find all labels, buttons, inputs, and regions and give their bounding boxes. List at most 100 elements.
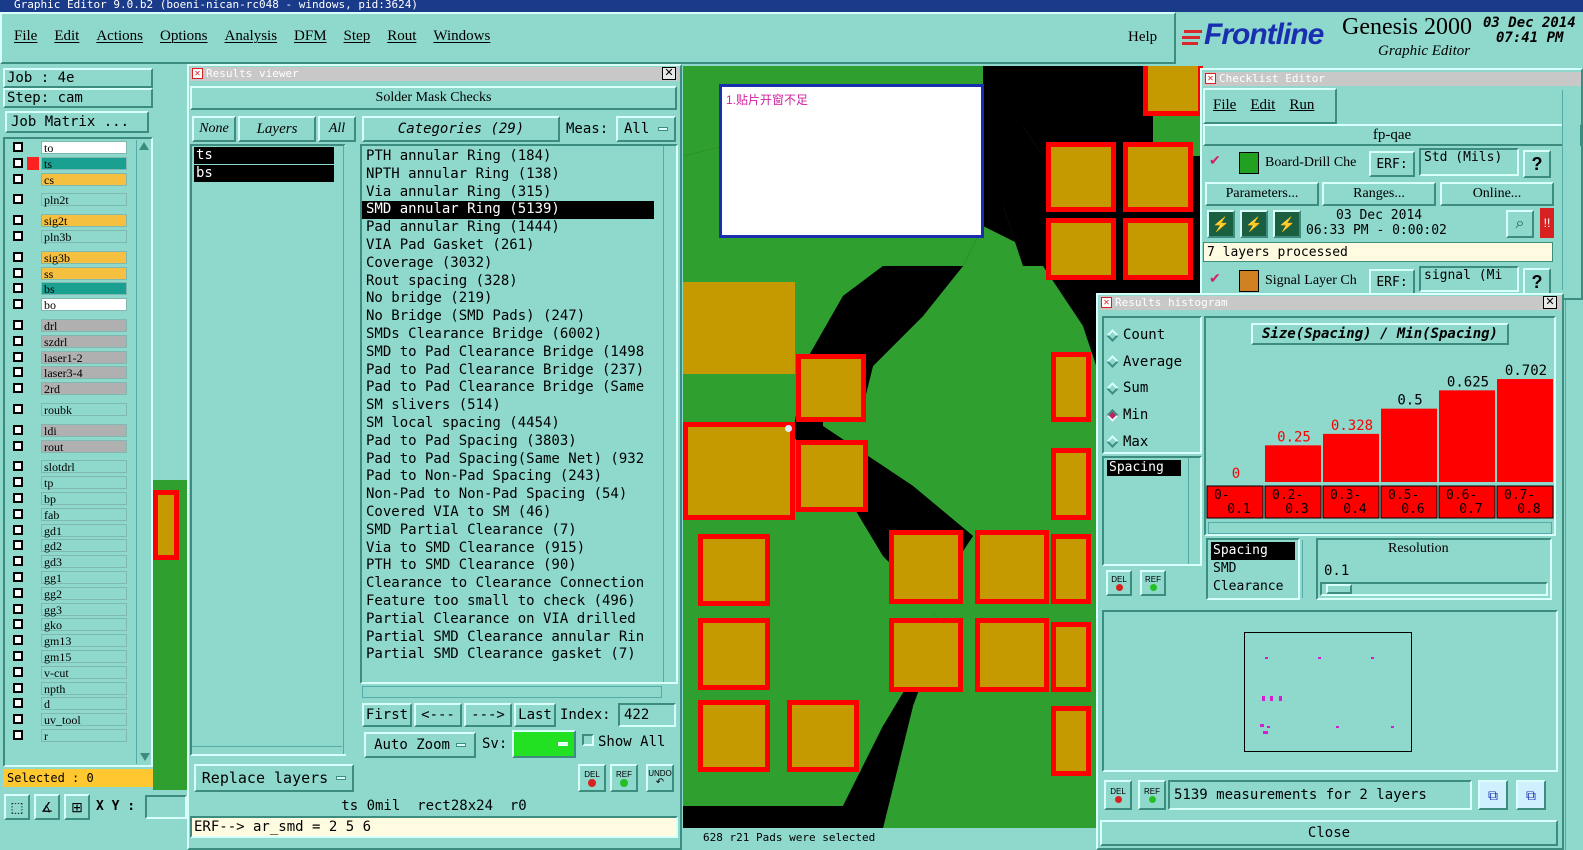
- category-item[interactable]: Pad to Pad Spacing(Same Net) (932: [362, 451, 662, 469]
- zoom-results-icon[interactable]: ⌕: [1506, 210, 1534, 238]
- layer-checkbox[interactable]: [13, 215, 23, 226]
- layer-name[interactable]: sig2t: [41, 214, 127, 228]
- histogram-bar[interactable]: [1381, 408, 1437, 482]
- layer-row[interactable]: sig2t: [9, 213, 127, 228]
- layer-row[interactable]: ss: [9, 266, 127, 281]
- layer-name[interactable]: cs: [41, 172, 127, 186]
- histogram-left-list[interactable]: Spacing: [1102, 456, 1202, 566]
- menu-item-rout[interactable]: Rout: [387, 28, 416, 50]
- category-item[interactable]: SMDs Clearance Bridge (6002): [362, 326, 662, 344]
- layer-name[interactable]: laser3-4: [41, 366, 127, 380]
- sv-color-select[interactable]: [512, 730, 576, 758]
- menu-item-analysis[interactable]: Analysis: [225, 28, 278, 50]
- layer-row[interactable]: fab: [9, 507, 127, 522]
- xy-field[interactable]: [145, 795, 187, 819]
- check-item-2[interactable]: ✔ Signal Layer Ch ERF: signal (Mi ?: [1203, 266, 1581, 296]
- layer-checkbox[interactable]: [13, 231, 23, 241]
- layer-row[interactable]: to: [9, 140, 127, 155]
- layer-name[interactable]: gko: [41, 618, 127, 632]
- layer-name[interactable]: v-cut: [41, 665, 127, 679]
- layer-name[interactable]: uv_tool: [41, 713, 127, 727]
- measure-list-scrollbar[interactable]: [1302, 540, 1314, 598]
- layer-name[interactable]: d: [41, 697, 127, 711]
- checklist-menu-run[interactable]: Run: [1289, 97, 1314, 114]
- layer-row[interactable]: ts: [9, 156, 127, 171]
- run-action-icon[interactable]: ⚡: [1240, 210, 1268, 238]
- layer-row[interactable]: tp: [9, 475, 127, 490]
- enabled-check-icon[interactable]: ✔: [1209, 152, 1221, 169]
- layer-name[interactable]: gd3: [41, 555, 127, 569]
- layer-name[interactable]: ts: [41, 156, 127, 170]
- layer-checkbox[interactable]: [13, 508, 23, 519]
- right-edge-scrollbar[interactable]: [1565, 300, 1583, 850]
- layer-name[interactable]: bo: [41, 298, 127, 312]
- layer-checkbox[interactable]: [13, 666, 23, 677]
- layer-checkbox[interactable]: [13, 619, 23, 630]
- histogram-close-button[interactable]: Close: [1100, 820, 1558, 846]
- result-layer-scrollbar[interactable]: [343, 146, 355, 754]
- result-layer-list[interactable]: [190, 144, 346, 756]
- layer-row[interactable]: gg1: [9, 570, 127, 585]
- ranges-button[interactable]: Ranges...: [1322, 182, 1436, 206]
- category-item[interactable]: No bridge (219): [362, 290, 662, 308]
- layer-name[interactable]: pln3b: [41, 230, 127, 244]
- layer-checkbox[interactable]: [13, 440, 23, 451]
- checklist-scrollbar[interactable]: [1562, 90, 1580, 290]
- auto-zoom-button[interactable]: Auto Zoom: [364, 732, 476, 758]
- layer-row[interactable]: d: [9, 696, 127, 711]
- menu-item-file[interactable]: File: [14, 28, 37, 50]
- layer-name[interactable]: ldi: [41, 423, 127, 437]
- histogram-bar[interactable]: [1265, 445, 1321, 482]
- layer-checkbox[interactable]: [13, 194, 23, 205]
- menu-item-options[interactable]: Options: [160, 28, 208, 50]
- first-button[interactable]: First: [362, 703, 412, 727]
- layer-checkbox[interactable]: [13, 335, 23, 346]
- category-item[interactable]: SMD annular Ring (5139): [362, 201, 654, 220]
- layer-row[interactable]: bp: [9, 491, 127, 506]
- close-icon[interactable]: ✕: [1543, 296, 1557, 309]
- layer-checkbox[interactable]: [13, 493, 23, 503]
- layer-name[interactable]: slotdrl: [41, 460, 127, 474]
- category-item[interactable]: PTH annular Ring (184): [362, 148, 662, 166]
- help-menu[interactable]: Help: [1128, 29, 1157, 46]
- layers-button[interactable]: Layers: [238, 116, 316, 142]
- layer-row[interactable]: gm15: [9, 649, 127, 664]
- show-all-checkbox[interactable]: [582, 734, 594, 746]
- category-item[interactable]: SM local spacing (4454): [362, 415, 662, 433]
- layer-checkbox[interactable]: [13, 477, 23, 488]
- layer-name[interactable]: fab: [41, 507, 127, 521]
- grid-tool-icon[interactable]: ⊞: [64, 794, 90, 820]
- layer-row[interactable]: gd2: [9, 538, 127, 553]
- export-graph-icon[interactable]: ⧉: [1516, 780, 1546, 810]
- layer-checkbox[interactable]: [13, 267, 23, 278]
- checklist-menu-edit[interactable]: Edit: [1250, 97, 1275, 114]
- result-layer-hscroll[interactable]: [192, 746, 342, 758]
- category-item[interactable]: Partial SMD Clearance annular Rin: [362, 629, 662, 647]
- check-item-1[interactable]: ✔ Board-Drill Che ERF: Std (Mils) ?: [1203, 148, 1581, 180]
- category-item[interactable]: Coverage (3032): [362, 255, 662, 273]
- run-action-icon[interactable]: ⚡: [1207, 210, 1235, 238]
- layer-checkbox[interactable]: [13, 572, 23, 582]
- layer-checkbox[interactable]: [13, 698, 23, 709]
- layer-checkbox[interactable]: [13, 299, 23, 310]
- undo-button[interactable]: UNDO ↶: [646, 764, 674, 792]
- layer-row[interactable]: drl: [9, 318, 127, 333]
- layer-name[interactable]: 2rd: [41, 382, 127, 396]
- layer-checkbox[interactable]: [13, 682, 23, 693]
- category-item[interactable]: SMD Partial Clearance (7): [362, 522, 662, 540]
- result-layer-item[interactable]: bs: [194, 165, 334, 182]
- resolution-slider[interactable]: [1320, 582, 1548, 596]
- hist-ref-button[interactable]: REF: [1138, 780, 1166, 810]
- layer-name[interactable]: laser1-2: [41, 350, 127, 364]
- category-item[interactable]: Via to SMD Clearance (915): [362, 540, 662, 558]
- categories-hscroll[interactable]: [362, 686, 662, 698]
- histogram-bar[interactable]: [1497, 379, 1553, 482]
- canvas-note[interactable]: 1.贴片开窗不足: [719, 84, 984, 238]
- categories-list[interactable]: PTH annular Ring (184) NPTH annular Ring …: [360, 144, 678, 684]
- check-item-2-erf[interactable]: signal (Mi: [1419, 266, 1519, 292]
- export-results-icon[interactable]: ⧉: [1478, 780, 1508, 810]
- mode-radio-average[interactable]: Average: [1106, 349, 1200, 376]
- category-item[interactable]: Clearance to Clearance Connection: [362, 575, 662, 593]
- enabled-check-icon[interactable]: ✔: [1209, 270, 1221, 287]
- online-button[interactable]: Online...: [1440, 182, 1554, 206]
